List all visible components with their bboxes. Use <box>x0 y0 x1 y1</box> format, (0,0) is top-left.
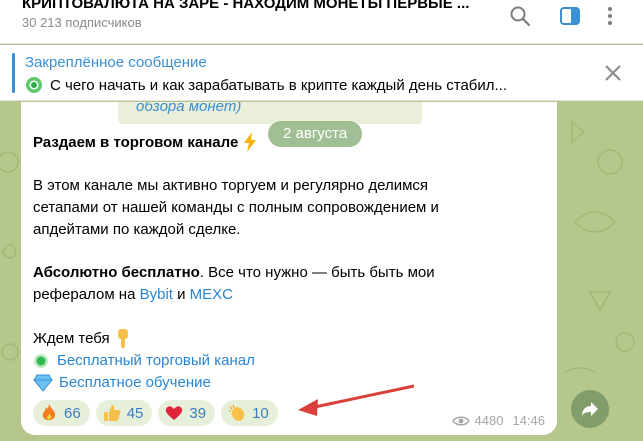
forward-button[interactable] <box>571 390 609 428</box>
forward-icon <box>581 401 599 417</box>
annotation-arrow <box>298 384 415 416</box>
